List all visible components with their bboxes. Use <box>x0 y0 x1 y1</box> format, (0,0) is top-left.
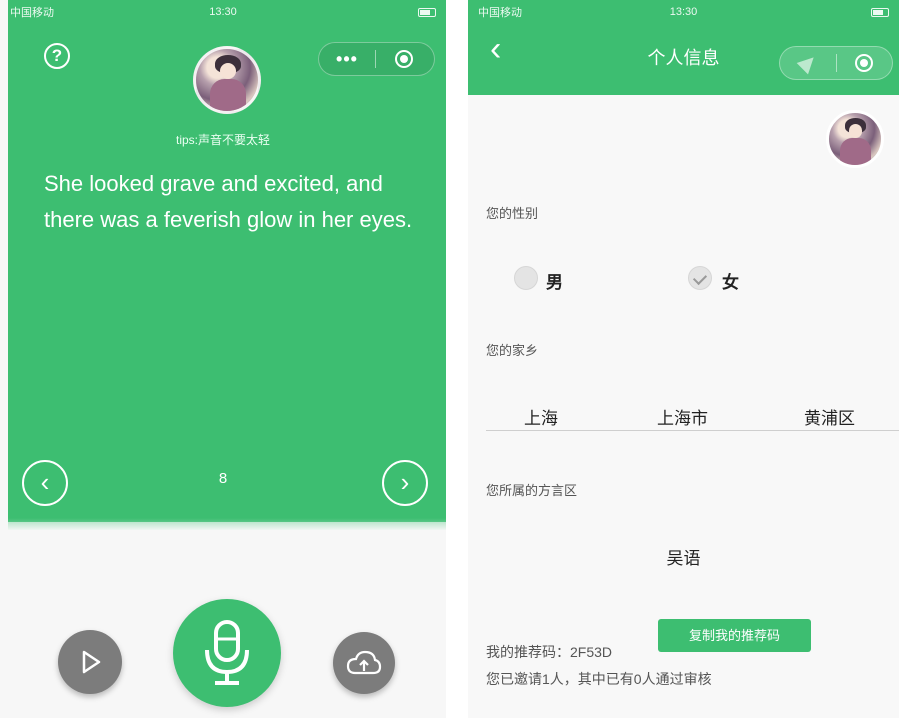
battery-icon <box>867 6 889 18</box>
more-icon[interactable]: ••• <box>319 43 375 75</box>
gender-female-radio[interactable] <box>688 266 712 290</box>
province-select[interactable]: 上海 <box>524 404 558 429</box>
upload-cloud-icon <box>346 650 382 675</box>
profile-screen: 中国移动 13:30 ‹ 个人信息 您的性别 男 女 您的家乡 上海 上海市 黄… <box>468 0 899 718</box>
card-shadow <box>8 518 446 530</box>
gender-male-label: 男 <box>546 273 563 292</box>
record-button[interactable] <box>173 599 281 707</box>
dialect-select[interactable]: 吴语 <box>468 544 899 569</box>
play-icon <box>82 650 101 674</box>
play-button[interactable] <box>58 630 122 694</box>
microphone-icon <box>205 620 249 685</box>
status-time: 13:30 <box>209 6 237 18</box>
battery-icon <box>414 6 436 18</box>
recording-screen: 中国移动 13:30 ? ••• tips:声音不要太轻 She looked … <box>0 0 446 718</box>
mini-program-capsule: ••• <box>318 42 435 76</box>
next-button[interactable]: › <box>382 460 428 506</box>
location-arrow-icon[interactable] <box>780 47 836 79</box>
help-icon[interactable]: ? <box>44 43 70 69</box>
hometown-label: 您的家乡 <box>486 343 539 358</box>
district-select[interactable]: 黄浦区 <box>804 404 855 429</box>
mini-program-capsule <box>779 46 893 80</box>
record-target-icon[interactable] <box>836 47 892 79</box>
copy-referral-button[interactable]: 复制我的推荐码 <box>658 619 811 652</box>
avatar[interactable] <box>826 110 884 168</box>
upload-button[interactable] <box>333 632 395 694</box>
invite-status-text: 您已邀请1人，其中已有0人通过审核 <box>486 671 712 687</box>
divider <box>486 430 899 431</box>
tips-text: tips:声音不要太轻 <box>175 133 270 147</box>
gender-female-label: 女 <box>722 273 739 292</box>
chevron-right-icon: › <box>400 467 410 497</box>
status-time: 13:30 <box>669 6 698 18</box>
carrier-label: 中国移动 <box>478 7 522 19</box>
page-number: 8 <box>218 470 228 487</box>
carrier-label: 中国移动 <box>10 7 54 19</box>
gender-label: 您的性别 <box>486 206 539 221</box>
referral-code-text: 我的推荐码：2F53D <box>486 644 613 660</box>
sentence-text: She looked grave and excited, and there … <box>44 171 413 232</box>
dialect-label: 您所属的方言区 <box>486 483 578 498</box>
status-bar: 中国移动 13:30 <box>468 0 899 24</box>
record-target-icon[interactable] <box>376 43 432 75</box>
avatar <box>193 46 261 114</box>
gender-male-radio[interactable] <box>514 266 538 290</box>
status-bar: 中国移动 13:30 <box>0 0 446 24</box>
city-select[interactable]: 上海市 <box>657 404 708 429</box>
